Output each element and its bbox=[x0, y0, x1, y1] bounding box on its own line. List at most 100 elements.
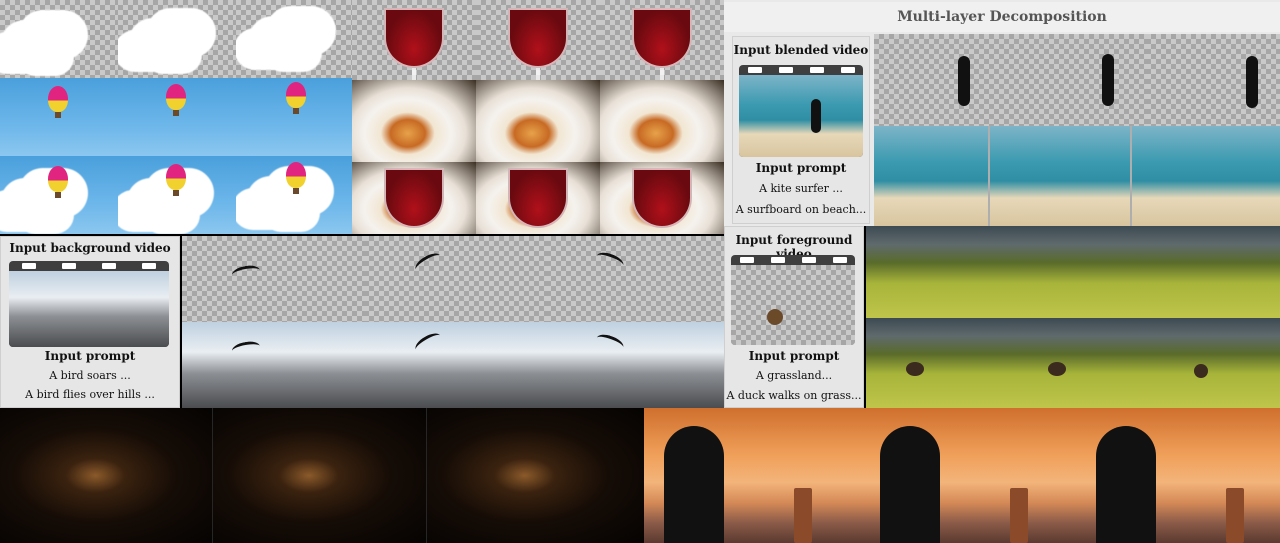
surfer-shape bbox=[1102, 54, 1114, 106]
balloon-shape bbox=[48, 166, 68, 198]
bird-shape bbox=[594, 331, 626, 354]
prompt-label: Input prompt bbox=[755, 161, 847, 175]
prompt-label: Input prompt bbox=[748, 349, 840, 363]
blended-video-panel: Input blended video Input prompt A kite … bbox=[732, 36, 870, 224]
bird-layer-frame-3 bbox=[546, 236, 724, 322]
panel-title: Input background video bbox=[9, 241, 171, 255]
film-strip-icon bbox=[9, 261, 169, 347]
film-strip-icon bbox=[739, 65, 863, 157]
duck-shape bbox=[767, 309, 783, 325]
wine-layer-frame-2 bbox=[476, 0, 600, 80]
balloon-frame-1 bbox=[0, 78, 118, 156]
beach-frame-2 bbox=[990, 126, 1130, 226]
bird-composite-frame-2 bbox=[364, 322, 546, 408]
bird-shape bbox=[231, 263, 261, 282]
bird-layer-frame-1 bbox=[182, 236, 364, 322]
food-frame-3 bbox=[600, 80, 724, 162]
forest-frame-2 bbox=[213, 408, 426, 543]
wine-layer-frame-3 bbox=[600, 0, 724, 80]
sunset-frame-1 bbox=[644, 408, 860, 543]
prompt-line-2: A bird flies over hills ... bbox=[25, 388, 155, 401]
prompt-line-1: A kite surfer ... bbox=[759, 182, 843, 195]
film-holes bbox=[739, 65, 863, 75]
surfer-layer-frame-1 bbox=[874, 34, 1014, 126]
film-frame-preview bbox=[731, 265, 855, 345]
easel-shape bbox=[1010, 488, 1028, 543]
kite-surfer-shape bbox=[811, 99, 821, 133]
prompt-line-2: A surfboard on beach... bbox=[735, 203, 867, 216]
balloon-shape bbox=[166, 164, 186, 196]
balloon-shape bbox=[166, 84, 186, 116]
wine-glass-shape bbox=[384, 168, 444, 228]
surfer-layer-frame-3 bbox=[1146, 34, 1280, 126]
film-holes bbox=[9, 261, 169, 271]
bird-shape bbox=[594, 249, 626, 272]
wine-layer-frame-1 bbox=[352, 0, 476, 80]
decomposition-banner: Multi-layer Decomposition bbox=[724, 2, 1280, 32]
duck-shape bbox=[906, 362, 924, 376]
cloud-shape bbox=[126, 178, 196, 228]
balloon-shape bbox=[48, 86, 68, 118]
decomposition-title: Multi-layer Decomposition bbox=[897, 9, 1107, 25]
panel-title: Input blended video bbox=[733, 43, 869, 57]
balloon-shape bbox=[286, 162, 306, 194]
wine-glass-shape bbox=[632, 168, 692, 228]
beach-frame-1 bbox=[874, 126, 988, 226]
cloud-shape bbox=[128, 18, 198, 68]
foreground-video-panel: Input foreground video Input prompt A gr… bbox=[724, 226, 864, 408]
grass-frame-3 bbox=[1142, 226, 1280, 318]
duck-shape bbox=[1048, 362, 1066, 376]
beach-frame-3 bbox=[1132, 126, 1280, 226]
cloud-shape bbox=[0, 20, 70, 70]
wine-glass-shape bbox=[508, 8, 568, 68]
cloud-layer-frame-3 bbox=[236, 0, 352, 78]
painter-shape bbox=[880, 426, 940, 543]
film-strip-icon bbox=[731, 255, 855, 345]
wine-glass-stem bbox=[660, 68, 664, 80]
cloud-shape bbox=[246, 176, 316, 226]
sunset-frame-2 bbox=[860, 408, 1076, 543]
cloud-layer-frame-2 bbox=[118, 0, 236, 78]
duck-composite-frame-3 bbox=[1142, 318, 1280, 408]
wine-glass-shape bbox=[508, 168, 568, 228]
composite-balloon-frame-1 bbox=[0, 156, 118, 234]
film-holes bbox=[731, 255, 855, 265]
wine-glass-stem bbox=[412, 68, 416, 80]
composite-wine-frame-1 bbox=[352, 162, 476, 234]
prompt-line-2: A duck walks on grass... bbox=[726, 389, 862, 402]
cloud-layer-frame-1 bbox=[0, 0, 118, 78]
composite-balloon-frame-2 bbox=[118, 156, 236, 234]
duck-composite-frame-2 bbox=[1004, 318, 1142, 408]
bird-composite-frame-1 bbox=[182, 322, 364, 408]
painter-shape bbox=[664, 426, 724, 543]
film-frame-preview bbox=[9, 271, 169, 347]
composite-wine-frame-3 bbox=[600, 162, 724, 234]
composite-wine-frame-2 bbox=[476, 162, 600, 234]
bird-shape bbox=[412, 249, 444, 276]
bird-layer-frame-2 bbox=[364, 236, 546, 322]
wine-glass-shape bbox=[384, 8, 444, 68]
sunset-frame-3 bbox=[1076, 408, 1280, 543]
surfer-shape bbox=[1246, 56, 1258, 108]
easel-shape bbox=[1226, 488, 1244, 543]
easel-shape bbox=[794, 488, 812, 543]
wine-glass-shape bbox=[632, 8, 692, 68]
duck-shape bbox=[1194, 364, 1208, 378]
background-video-panel: Input background video Input prompt A bi… bbox=[0, 236, 180, 408]
bird-shape bbox=[231, 339, 261, 358]
bird-composite-frame-3 bbox=[546, 322, 724, 408]
prompt-label: Input prompt bbox=[44, 349, 136, 363]
cloud-shape bbox=[248, 16, 318, 66]
prompt-line-1: A bird soars ... bbox=[49, 369, 131, 382]
wine-glass-stem bbox=[536, 68, 540, 80]
prompt-line-1: A grassland... bbox=[755, 369, 833, 382]
forest-frame-3 bbox=[427, 408, 644, 543]
surfer-shape bbox=[958, 56, 970, 106]
painter-shape bbox=[1096, 426, 1156, 543]
food-frame-1 bbox=[352, 80, 476, 162]
forest-frame-1 bbox=[0, 408, 212, 543]
grass-frame-1 bbox=[866, 226, 1004, 318]
duck-composite-frame-1 bbox=[866, 318, 1004, 408]
film-frame-preview bbox=[739, 75, 863, 157]
balloon-frame-3 bbox=[236, 78, 352, 156]
